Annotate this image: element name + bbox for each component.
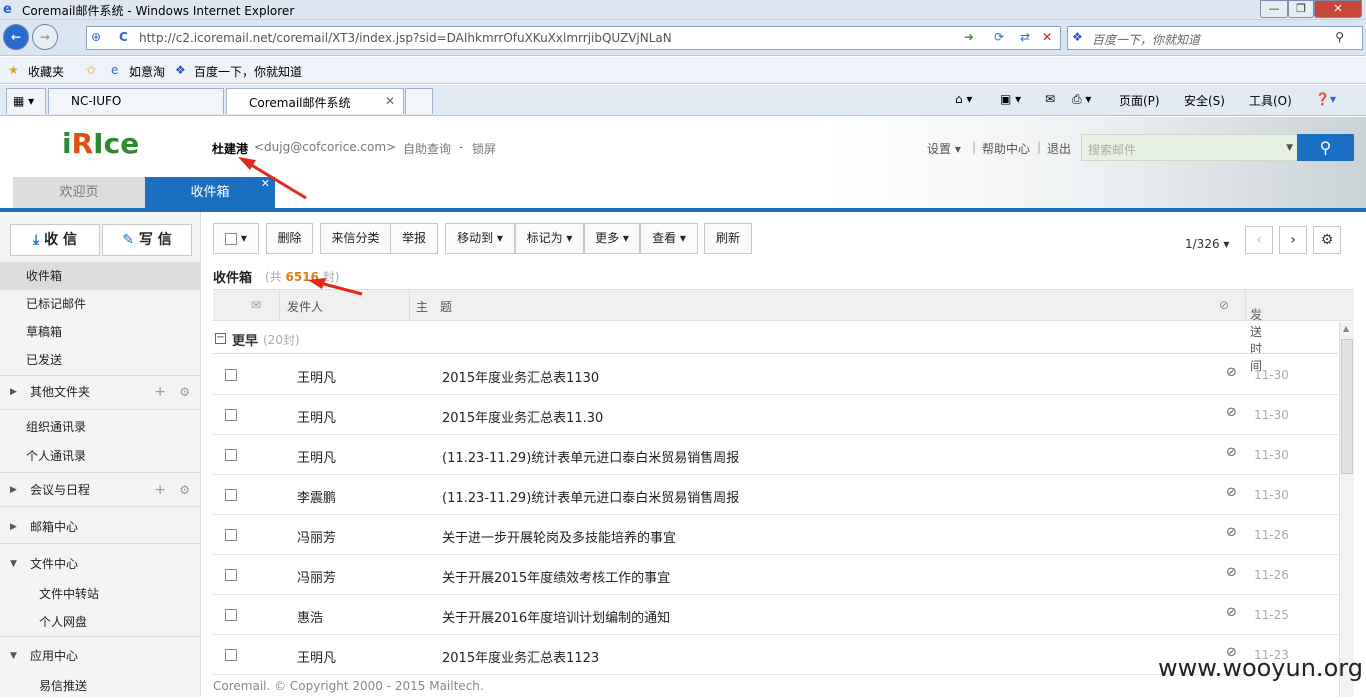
annotation-arrows (238, 157, 363, 296)
annotation-arrowhead-user (238, 157, 256, 170)
annotation-arrowhead-count (308, 278, 326, 289)
annotation-arrow-user (247, 161, 307, 200)
annotation-arrow-count (319, 281, 363, 296)
